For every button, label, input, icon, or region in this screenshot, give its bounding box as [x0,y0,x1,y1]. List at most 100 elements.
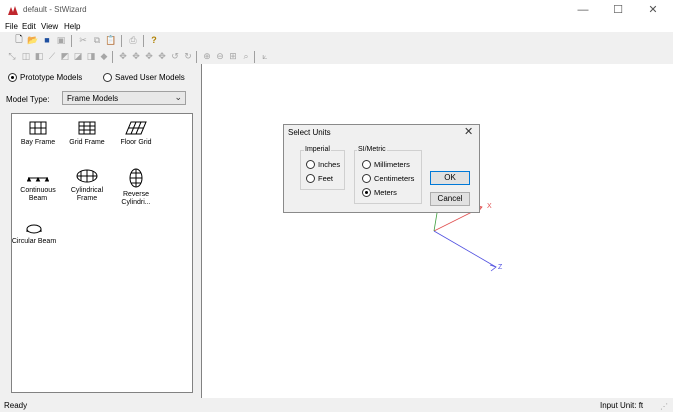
view-xz-icon[interactable]: ⟋ [46,50,58,62]
z-axis-label: Z [498,264,503,271]
input-unit-indicator: Input Unit: ft [600,401,644,410]
cylindrical-frame-icon [76,169,98,183]
zoom-in-icon[interactable]: ⊕ [201,50,213,62]
continuous-beam-icon [27,176,49,182]
model-label: Beam [28,195,48,202]
spin-ccw-icon[interactable]: ↺ [169,50,181,62]
view-yz-icon[interactable]: ◩ [59,50,71,62]
cancel-button[interactable]: Cancel [430,192,470,206]
menu-edit[interactable]: Edit [22,22,36,31]
rotate-down-icon[interactable]: ✥ [130,50,142,62]
radio-feet[interactable]: Feet [306,174,333,183]
model-item-reverse-cylindrical[interactable]: Reverse Cylindri... [110,168,162,207]
radio-inches-label: Inches [318,160,341,169]
view-iso-icon[interactable]: ◪ [72,50,84,62]
app-logo-icon [8,6,18,15]
radio-feet-label: Feet [318,174,334,183]
model-item-continuous-beam[interactable]: Continuous Beam [12,168,64,203]
toolbar-separator [143,35,144,47]
rotate-right-icon[interactable]: ✥ [156,50,168,62]
model-item-floor-grid[interactable]: Floor Grid [110,120,162,147]
menu-file[interactable]: File [5,22,18,31]
radio-saved-label: Saved User Models [115,73,185,82]
radio-indicator [306,160,315,169]
new-file-icon[interactable]: 🗋 [13,34,25,46]
radio-meters[interactable]: Meters [362,188,397,197]
maximize-button[interactable]: ☐ [603,2,633,18]
model-type-label: Model Type: [6,95,50,104]
dialog-close-icon[interactable]: ✕ [464,125,473,138]
zoom-out-icon[interactable]: ⊖ [214,50,226,62]
imperial-group [300,150,345,190]
radio-meters-label: Meters [374,188,397,197]
radio-prototype-label: Prototype Models [20,73,83,82]
model-label: Floor Grid [120,139,152,146]
model-label: Cylindrical [70,187,104,194]
circular-beam-icon [26,224,42,234]
toolbar-separator [71,35,72,47]
model-item-cylindrical-frame[interactable]: Cylindrical Frame [61,168,113,203]
standard-toolbar: 🗋 📂 ■ ▣ ✂ ⧉ 📋 ⎙ ? [0,33,673,47]
z-axis-line [433,230,497,268]
save-icon[interactable]: ■ [41,34,53,46]
dialog-title: Select Units [288,128,331,137]
model-label: Reverse [122,191,150,198]
zoom-window-icon[interactable]: ⊞ [227,50,239,62]
x-axis-label: X [487,203,492,210]
zoom-extents-icon[interactable]: ⌕ [240,50,252,62]
print-preview-icon[interactable]: ▣ [55,34,67,46]
model-label: Bay Frame [20,139,56,146]
radio-indicator [362,188,371,197]
status-text: Ready [4,401,28,410]
axes-toggle-icon[interactable]: ⟀ [259,50,271,62]
cut-icon[interactable]: ✂ [77,34,89,46]
model-item-grid-frame[interactable]: Grid Frame [61,120,113,147]
select-icon[interactable]: ⤡ [6,50,18,62]
rotate-left-icon[interactable]: ✥ [143,50,155,62]
help-icon[interactable]: ? [148,34,160,46]
radio-saved-user-models[interactable]: Saved User Models [103,73,185,82]
view-front-icon[interactable]: ◨ [85,50,97,62]
toolbar-separator [196,51,197,63]
toolbar-separator [254,51,255,63]
reverse-cylindrical-icon [129,168,143,188]
minimize-button[interactable]: — [568,2,598,18]
bay-frame-icon [29,121,47,135]
menu-help[interactable]: Help [64,22,80,31]
view-solid-icon[interactable]: ◆ [98,50,110,62]
radio-centimeters-label: Centimeters [374,174,415,183]
status-bar [0,398,673,412]
view-3d-icon[interactable]: ◫ [20,50,32,62]
model-label: Frame [76,195,98,202]
floor-grid-icon [125,121,147,135]
window-title: default - StWizard [23,5,87,14]
print-icon[interactable]: ⎙ [127,34,139,46]
grid-frame-icon [78,121,96,135]
radio-inches[interactable]: Inches [306,160,340,169]
radio-prototype-models[interactable]: Prototype Models [8,73,82,82]
open-folder-icon[interactable]: 📂 [27,34,39,46]
imperial-group-label: Imperial [304,146,331,153]
model-item-bay-frame[interactable]: Bay Frame [12,120,64,147]
z-axis-arrow [489,264,497,272]
radio-indicator [306,174,315,183]
model-label: Cylindri... [121,199,151,206]
spin-cw-icon[interactable]: ↻ [182,50,194,62]
view-xy-icon[interactable]: ◧ [33,50,45,62]
model-type-select[interactable]: Frame Models ⌄ [62,91,186,105]
ok-button[interactable]: OK [430,171,470,185]
paste-icon[interactable]: 📋 [105,34,117,46]
rotate-up-icon[interactable]: ✥ [117,50,129,62]
radio-centimeters[interactable]: Centimeters [362,174,414,183]
model-item-circular-beam[interactable]: Circular Beam [10,223,58,246]
close-window-button[interactable]: ✕ [638,2,668,18]
radio-millimeters-label: Millimeters [374,160,410,169]
model-label: Circular Beam [11,238,57,245]
view-toolbar: ⤡ ◫ ◧ ⟋ ◩ ◪ ◨ ◆ ✥ ✥ ✥ ✥ ↺ ↻ ⊕ ⊖ ⊞ ⌕ ⟀ [0,49,673,63]
radio-indicator [362,160,371,169]
si-metric-group-label: SI/Metric [357,146,387,153]
copy-icon[interactable]: ⧉ [91,34,103,46]
radio-millimeters[interactable]: Millimeters [362,160,410,169]
menu-view[interactable]: View [41,22,58,31]
resize-grip-icon[interactable]: ⋰ [660,402,668,411]
